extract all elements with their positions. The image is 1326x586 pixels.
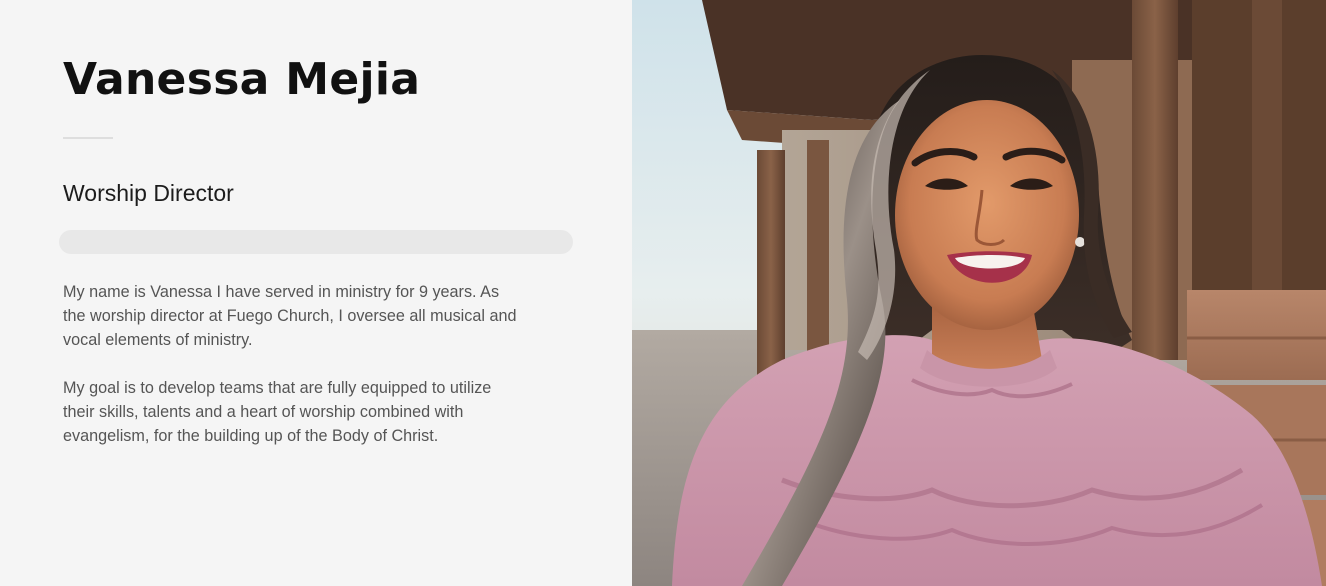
- bio-paragraph: My name is Vanessa I have served in mini…: [63, 283, 517, 349]
- profile-info-panel: Vanessa Mejia Worship Director My name i…: [0, 0, 632, 586]
- bio-paragraph: My goal is to develop teams that are ful…: [63, 379, 492, 445]
- profile-photo: [632, 0, 1326, 586]
- placeholder-bar: [59, 230, 573, 254]
- title-divider: [63, 137, 113, 139]
- profile-role: Worship Director: [63, 180, 234, 206]
- profile-bio: My name is Vanessa I have served in mini…: [63, 280, 523, 472]
- profile-name: Vanessa Mejia: [63, 54, 421, 105]
- profile-page: Vanessa Mejia Worship Director My name i…: [0, 0, 1326, 586]
